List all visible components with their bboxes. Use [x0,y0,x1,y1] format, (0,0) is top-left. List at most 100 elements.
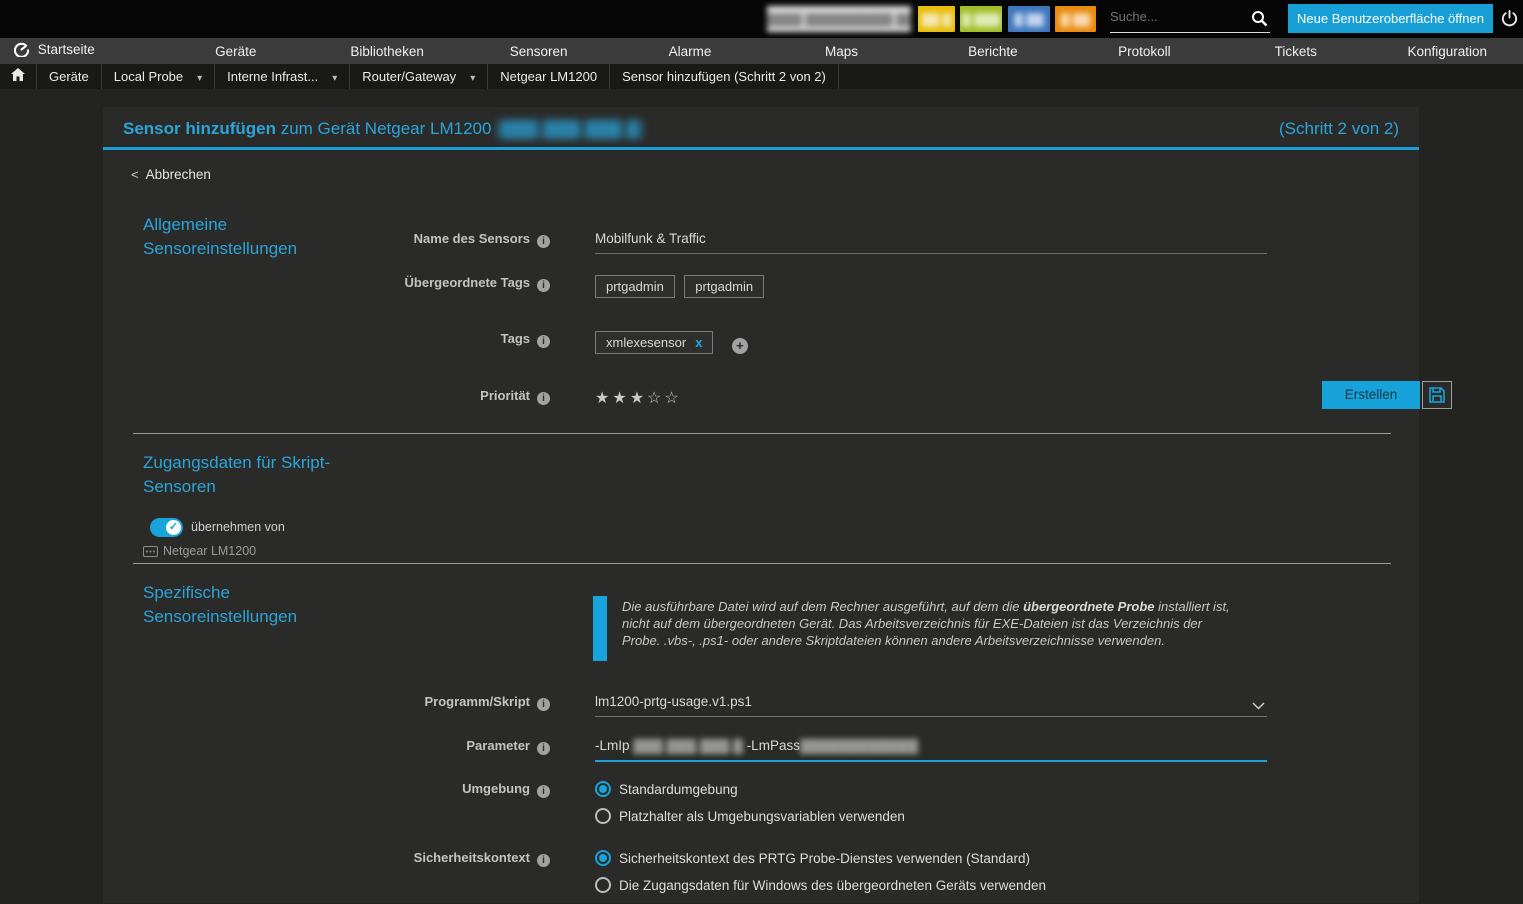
info-icon[interactable]: i [537,698,550,711]
tag-label: xmlexesensor [606,335,686,350]
security-context-label: Sicherheitskontexti [103,850,550,867]
chevron-down-icon[interactable]: ▾ [197,73,202,84]
tag-chip: xmlexesensor x [595,331,713,354]
section-divider [133,433,1391,434]
cancel-button[interactable]: <Abbrechen [131,167,211,182]
nav-item-bibliotheken[interactable]: Bibliotheken [311,44,462,59]
nav-item-tickets[interactable]: Tickets [1220,44,1371,59]
main-nav: Startseite Geräte Bibliotheken Sensoren … [0,38,1523,64]
title-rest: zum Gerät Netgear LM1200 [276,119,496,138]
nav-item-alarme[interactable]: Alarme [614,44,765,59]
status-badge-warning[interactable]: ▓▓ ▓ [918,6,955,32]
radio-icon [595,808,611,824]
cancel-label: Abbrechen [146,167,211,182]
home-icon [11,69,25,84]
section-heading-specific: Spezifische Sensoreinstellungen [143,581,353,629]
redacted-ip-value: ▓▓▓.▓▓▓.▓▓▓.▓ [633,738,743,753]
parameter-input[interactable]: -LmIp ▓▓▓.▓▓▓.▓▓▓.▓ -LmPass▓▓▓▓▓▓▓▓▓▓▓▓ [595,738,1267,762]
priority-label: Prioritäti [103,388,550,405]
info-icon[interactable]: i [537,335,550,348]
status-badge-paused[interactable]: ▓ ▓▓ [1008,6,1050,32]
search-box [1110,8,1270,33]
radio-placeholder-environment[interactable]: Platzhalter als Umgebungsvariablen verwe… [595,808,905,825]
radio-probe-security-context[interactable]: Sicherheitskontext des PRTG Probe-Dienst… [595,850,1046,867]
sensor-name-input[interactable]: Mobilfunk & Traffic [595,231,1267,254]
info-icon[interactable]: i [537,854,550,867]
nav-item-konfiguration[interactable]: Konfiguration [1372,44,1523,59]
nav-item-geraete[interactable]: Geräte [160,44,311,59]
inherit-toggle-label: übernehmen von [191,520,285,534]
radio-standard-environment[interactable]: Standardumgebung [595,781,905,798]
parent-tag-chip: prtgadmin [684,275,764,298]
inherit-toggle[interactable]: ✓ [150,518,183,537]
nav-item-protokoll[interactable]: Protokoll [1069,44,1220,59]
environment-label: Umgebungi [103,781,550,798]
parent-device-link[interactable]: Netgear LM1200 [143,544,256,558]
program-value: lm1200-prtg-usage.v1.ps1 [595,694,752,709]
info-icon[interactable]: i [537,279,550,292]
status-badge-up[interactable]: ▓ ▓▓▓ [960,6,1002,32]
badge-count: ▓▓ ▓ [922,12,952,26]
add-tag-icon[interactable]: + [732,338,748,354]
chevron-down-icon [1252,698,1265,713]
chevron-down-icon[interactable]: ▾ [470,73,475,84]
breadcrumb-item-netgear-lm1200[interactable]: Netgear LM1200 [488,64,610,89]
radio-icon [595,877,611,893]
tags-label: Tagsi [103,331,550,348]
section-heading-credentials: Zugangsdaten für Skript-Sensoren [143,451,378,499]
program-select[interactable]: lm1200-prtg-usage.v1.ps1 [595,694,1267,717]
parameter-label: Parameteri [103,738,550,755]
search-icon[interactable] [1251,10,1268,32]
crumb-label: Local Probe [114,69,183,84]
redacted-password-value: ▓▓▓▓▓▓▓▓▓▓▓▓ [800,738,918,753]
status-badge-unusual[interactable]: ▓ ▓▓ [1055,6,1096,32]
wizard-step-label: (Schritt 2 von 2) [1279,107,1399,150]
info-box-accent-bar [593,596,607,661]
program-label: Programm/Skripti [103,694,550,711]
nav-item-maps[interactable]: Maps [766,44,917,59]
status-badge-device[interactable]: ▓▓▓▓ ▓▓▓▓▓▓▓▓▓▓ ▓▓ [767,6,911,32]
nav-item-berichte[interactable]: Berichte [917,44,1068,59]
badge-count: ▓ ▓▓ [1014,12,1044,26]
toggle-check-icon: ✓ [166,520,181,535]
nav-label: Startseite [38,42,95,57]
crumb-label: Interne Infrast... [227,69,318,84]
parent-tag-chip: prtgadmin [595,275,675,298]
name-label: Name des Sensorsi [103,231,550,248]
create-button[interactable]: Erstellen [1322,381,1420,409]
nav-item-sensoren[interactable]: Sensoren [463,44,614,59]
breadcrumb-item-local-probe[interactable]: Local Probe ▾ [102,64,215,89]
info-icon[interactable]: i [537,742,550,755]
section-divider [133,563,1391,564]
badge-count: ▓ ▓▓▓ [962,12,1000,26]
breadcrumb-item-router-gateway[interactable]: Router/Gateway▾ [350,64,488,89]
search-input[interactable] [1110,9,1242,24]
title-bold: Sensor hinzufügen [123,119,276,138]
radio-windows-credentials[interactable]: Die Zugangsdaten für Windows des übergeo… [595,877,1046,894]
radio-selected-icon [595,850,611,866]
breadcrumb-item-geraete[interactable]: Geräte [37,64,102,89]
info-icon[interactable]: i [537,392,550,405]
info-box-text: Die ausführbare Datei wird auf dem Rechn… [622,598,1240,649]
breadcrumb-home[interactable] [0,64,37,89]
info-icon[interactable]: i [537,235,550,248]
page-title: Sensor hinzufügen zum Gerät Netgear LM12… [123,107,644,150]
info-icon[interactable]: i [537,785,550,798]
logout-power-icon[interactable] [1500,9,1520,29]
priority-stars[interactable]: ★★★☆☆ [595,390,682,407]
breadcrumb: Geräte Local Probe▾ Interne Infrast...▾ … [0,64,1523,89]
save-button[interactable] [1422,381,1452,409]
panel-header: Sensor hinzufügen zum Gerät Netgear LM12… [103,107,1419,150]
remove-tag-icon[interactable]: x [695,335,702,350]
redacted-device-ip: [▓▓▓.▓▓▓.▓▓▓.▓] [496,119,644,138]
add-sensor-panel: Sensor hinzufügen zum Gerät Netgear LM12… [103,107,1419,903]
open-new-ui-button[interactable]: Neue Benutzeroberfläche öffnen [1288,4,1493,33]
breadcrumb-item-interne-infrastruktur[interactable]: Interne Infrast... ▾ [215,64,350,89]
floppy-icon [1429,387,1445,403]
device-icon [143,546,158,557]
device-name: Netgear LM1200 [163,544,256,558]
breadcrumb-item-sensor-hinzufuegen[interactable]: Sensor hinzufügen (Schritt 2 von 2) [610,64,839,89]
nav-item-startseite[interactable]: Startseite [0,42,160,60]
chevron-down-icon[interactable]: ▾ [332,73,337,84]
top-bar: ▓▓▓▓ ▓▓▓▓▓▓▓▓▓▓ ▓▓ ▓▓ ▓ ▓ ▓▓▓ ▓ ▓▓ ▓ ▓▓ … [0,0,1523,38]
